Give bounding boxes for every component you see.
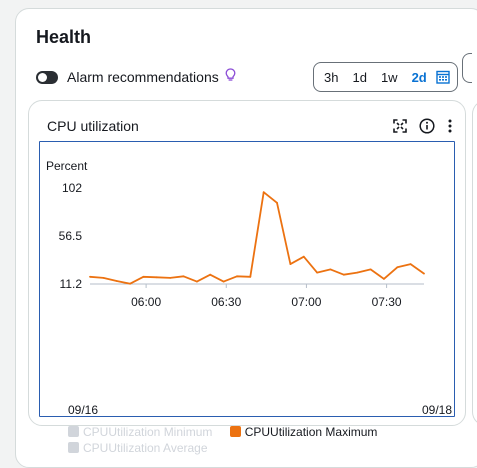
lightbulb-icon[interactable] — [225, 67, 236, 87]
panel-title: Health — [36, 27, 92, 47]
legend-swatch-maximum — [229, 426, 241, 437]
adjacent-control-edge[interactable] — [462, 53, 472, 83]
data-point — [383, 278, 385, 280]
data-point — [356, 271, 359, 274]
data-point — [236, 275, 238, 278]
time-range-1w[interactable]: 1w — [375, 70, 406, 85]
data-point — [342, 273, 345, 276]
time-range-1d[interactable]: 1d — [346, 70, 374, 85]
data-point — [182, 275, 185, 278]
calendar-icon[interactable] — [435, 69, 451, 85]
data-point — [329, 268, 332, 271]
legend-label-average: CPUUtilization Average — [83, 440, 208, 455]
data-point — [142, 275, 145, 278]
date-end: 09/18 — [421, 403, 452, 417]
y-tick-label: 56.5 — [59, 229, 83, 243]
legend-item-average[interactable]: CPUUtilization Average — [68, 440, 208, 455]
y-tick-label: 11.2 — [60, 277, 83, 291]
card-actions — [381, 118, 453, 134]
legend-item-maximum[interactable]: CPUUtilization Maximum — [229, 424, 378, 439]
fullscreen-icon[interactable] — [393, 119, 407, 133]
data-point — [89, 275, 91, 278]
data-point — [196, 280, 198, 283]
data-point — [169, 277, 172, 279]
data-point — [129, 282, 131, 285]
data-point — [289, 263, 292, 265]
x-tick-label: 06:00 — [131, 295, 161, 309]
data-point — [262, 191, 265, 194]
data-point — [316, 271, 318, 274]
adjacent-card-edge — [472, 100, 477, 426]
time-range-2d[interactable]: 2d — [406, 70, 435, 85]
cpu-utilization-card: CPU utilization Percent 102 56.5 11.2 06:00… — [28, 100, 466, 455]
card-title: CPU utilization — [47, 118, 139, 134]
data-point — [115, 280, 118, 282]
alarm-recommendations-label: Alarm recommendations — [67, 69, 219, 85]
info-icon[interactable] — [419, 118, 435, 134]
data-point — [155, 276, 158, 279]
series-line-cpu-max — [89, 191, 425, 285]
legend-item-minimum[interactable]: CPUUtilization Minimum — [68, 424, 212, 439]
legend-swatch-minimum — [68, 426, 79, 437]
date-start: 09/16 — [68, 403, 99, 417]
legend: CPUUtilization Minimum CPUUtilization Ma… — [68, 424, 391, 440]
legend-swatch-average — [68, 442, 79, 453]
data-point — [423, 272, 425, 275]
time-range-selector: 3h 1d 1w 2d — [313, 62, 458, 92]
data-point — [369, 268, 372, 271]
legend-label-minimum: CPUUtilization Minimum — [83, 424, 213, 439]
data-point — [409, 263, 412, 265]
y-tick-label: 102 — [62, 181, 82, 195]
alarm-recommendations-row: Alarm recommendations — [36, 67, 236, 87]
legend-label-maximum: CPUUtilization Maximum — [244, 424, 378, 439]
data-point — [276, 201, 278, 204]
x-tick-label: 06:30 — [211, 295, 241, 309]
data-point — [396, 266, 399, 269]
time-range-3h[interactable]: 3h — [318, 70, 346, 85]
alarm-recommendations-toggle[interactable] — [36, 70, 58, 84]
data-point — [222, 280, 225, 283]
x-tick-label: 07:30 — [372, 295, 402, 309]
chart-area: Percent 102 56.5 11.2 06:00 06:30 07:00 07:30 … — [39, 141, 455, 455]
data-point — [302, 255, 305, 258]
data-point — [249, 275, 252, 278]
legend-row-2: CPUUtilization Average — [68, 440, 222, 456]
toggle-knob — [38, 72, 47, 82]
data-point — [209, 273, 212, 276]
cpu-chart: 102 56.5 11.2 06:00 06:30 07:00 07:30 — [59, 181, 425, 309]
more-options-icon[interactable] — [447, 118, 453, 134]
x-tick-label: 07:00 — [291, 295, 321, 309]
data-point — [102, 277, 105, 279]
